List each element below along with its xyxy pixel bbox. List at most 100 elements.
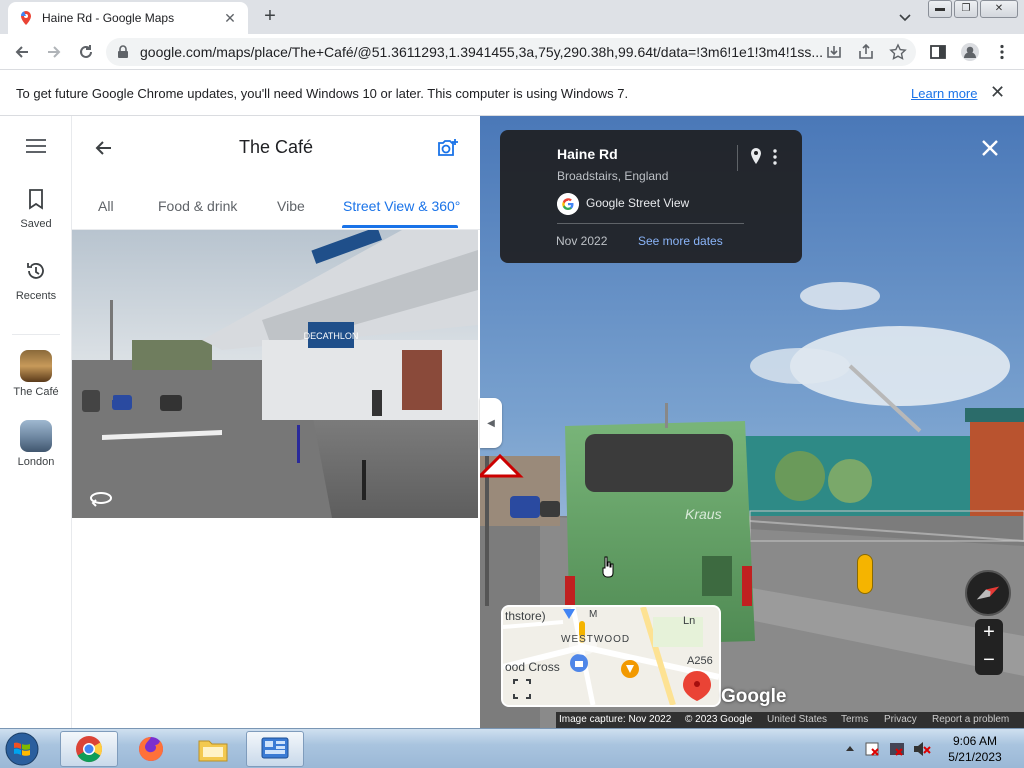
- compass-icon: [976, 586, 1000, 600]
- bus-lettering: Kraus: [685, 506, 722, 522]
- side-panel-icon: [930, 45, 946, 59]
- card-separator: [737, 145, 738, 171]
- control-panel-icon: [261, 737, 289, 759]
- zoom-in-button[interactable]: +: [975, 619, 1003, 647]
- browser-tab[interactable]: Haine Rd - Google Maps ✕: [8, 2, 248, 34]
- minimize-button[interactable]: ▬: [928, 0, 952, 18]
- window-close-button[interactable]: ✕: [980, 0, 1018, 18]
- profile-button[interactable]: [958, 40, 982, 64]
- store-front-photo: DECATHLON: [72, 230, 478, 518]
- saved-button[interactable]: Saved: [0, 188, 72, 230]
- terms-link[interactable]: Terms: [841, 714, 868, 725]
- taskbar-control-panel[interactable]: [246, 731, 304, 767]
- tab-title: Haine Rd - Google Maps: [42, 11, 175, 25]
- tab-strip: Haine Rd - Google Maps ✕ + ▬ ❐ ✕: [0, 0, 1024, 34]
- url-text[interactable]: google.com/maps/place/The+Café/@51.36112…: [140, 44, 906, 60]
- recent-place-label: The Café: [13, 386, 59, 398]
- maps-pin-icon: [20, 11, 31, 25]
- bookmark-star-button[interactable]: [886, 40, 910, 64]
- close-street-view-icon[interactable]: [978, 136, 1002, 160]
- map-label: ood Cross: [505, 660, 560, 674]
- clock-time: 9:06 AM: [952, 734, 998, 748]
- street-view-info-card: Haine Rd Broadstairs, England Google Str…: [500, 130, 802, 263]
- clock-date: 5/21/2023: [948, 750, 1002, 764]
- chrome-menu-button[interactable]: [990, 40, 1014, 64]
- lock-icon[interactable]: [116, 45, 130, 59]
- new-tab-button[interactable]: +: [258, 4, 282, 28]
- back-arrow-icon: [15, 46, 28, 58]
- add-photo-camera-icon[interactable]: [436, 136, 460, 160]
- browser-toolbar: google.com/maps/place/The+Café/@51.36112…: [0, 34, 1024, 70]
- hamburger-menu-button[interactable]: [0, 138, 72, 157]
- bookmark-icon: [29, 189, 43, 210]
- taskbar-firefox[interactable]: [122, 731, 180, 767]
- forward-button[interactable]: [42, 40, 66, 64]
- star-icon: [889, 43, 907, 60]
- windows-start-icon: [5, 732, 39, 766]
- show-hidden-icons-chevron-icon: [846, 746, 854, 751]
- map-label: WESTWOOD: [561, 634, 631, 645]
- taskbar-chrome[interactable]: [60, 731, 118, 767]
- country-link[interactable]: United States: [767, 714, 827, 725]
- taskbar-explorer[interactable]: [184, 731, 242, 767]
- report-problem-link[interactable]: Report a problem: [932, 714, 1009, 725]
- profile-avatar-icon: [961, 43, 979, 61]
- reload-button[interactable]: [74, 40, 98, 64]
- panel-title: The Café: [238, 137, 314, 157]
- side-panel-button[interactable]: [926, 40, 950, 64]
- tab-vibe[interactable]: Vibe: [277, 198, 305, 214]
- pegman-icon[interactable]: [857, 554, 873, 594]
- image-capture-text: Image capture: Nov 2022: [559, 714, 672, 725]
- hamburger-icon: [26, 139, 46, 153]
- taskbar-clock[interactable]: 9:06 AM 5/21/2023: [940, 733, 1010, 765]
- tray-icons: [846, 742, 931, 756]
- learn-more-link[interactable]: Learn more: [911, 86, 977, 101]
- history-icon: [27, 263, 44, 279]
- recents-button[interactable]: Recents: [0, 260, 72, 302]
- install-button[interactable]: [822, 40, 846, 64]
- start-button[interactable]: [4, 731, 46, 767]
- location-pin-icon[interactable]: [749, 147, 763, 165]
- infobar-close-icon[interactable]: ✕: [990, 82, 1005, 103]
- folder-icon: [198, 740, 228, 762]
- system-tray: [842, 735, 932, 763]
- tab-search-chevron-icon[interactable]: [896, 8, 914, 26]
- see-more-dates-link[interactable]: See more dates: [638, 234, 723, 248]
- mini-map[interactable]: thstore) WESTWOOD ood Cross A256 Ln M: [501, 605, 721, 707]
- zoom-out-button[interactable]: −: [975, 647, 1003, 675]
- active-tab-indicator: [342, 225, 458, 228]
- share-icon: [859, 43, 873, 59]
- google-watermark: Google: [721, 686, 787, 707]
- tab-all[interactable]: All: [98, 198, 114, 214]
- back-button[interactable]: [10, 40, 34, 64]
- recent-place-london[interactable]: London: [0, 420, 72, 468]
- map-label: thstore): [505, 609, 546, 623]
- tab-street-view[interactable]: Street View & 360°: [343, 198, 460, 214]
- place-side-panel: The Café All Food & drink Vibe Street Vi…: [72, 116, 480, 728]
- compass-button[interactable]: [965, 570, 1011, 616]
- 360-rotate-icon: [90, 492, 112, 507]
- install-icon: [827, 46, 841, 58]
- zoom-controls: + −: [975, 619, 1003, 675]
- update-infobar: To get future Google Chrome updates, you…: [0, 70, 1024, 116]
- kebab-menu-icon: [1000, 44, 1004, 60]
- photo-category-tabs: All Food & drink Vibe Street View & 360°: [72, 184, 480, 230]
- tab-food-drink[interactable]: Food & drink: [158, 198, 237, 214]
- privacy-link[interactable]: Privacy: [884, 714, 917, 725]
- london-thumbnail: [20, 420, 52, 452]
- share-button[interactable]: [854, 40, 878, 64]
- more-options-icon[interactable]: [772, 148, 778, 166]
- map-label: A256: [687, 655, 713, 667]
- restore-button[interactable]: ❐: [954, 0, 978, 18]
- collapse-panel-button[interactable]: ◀: [480, 398, 502, 448]
- rail-divider: [12, 334, 60, 335]
- street-view-thumbnail[interactable]: DECATHLON: [72, 230, 478, 518]
- recents-label: Recents: [15, 290, 57, 302]
- saved-label: Saved: [20, 218, 52, 230]
- chrome-icon: [76, 736, 103, 763]
- recent-place-the-cafe[interactable]: The Café: [0, 350, 72, 398]
- forward-arrow-icon: [48, 46, 61, 58]
- tab-close-icon[interactable]: ✕: [222, 10, 238, 27]
- capture-date: Nov 2022: [556, 234, 608, 248]
- address-bar[interactable]: google.com/maps/place/The+Café/@51.36112…: [106, 38, 916, 66]
